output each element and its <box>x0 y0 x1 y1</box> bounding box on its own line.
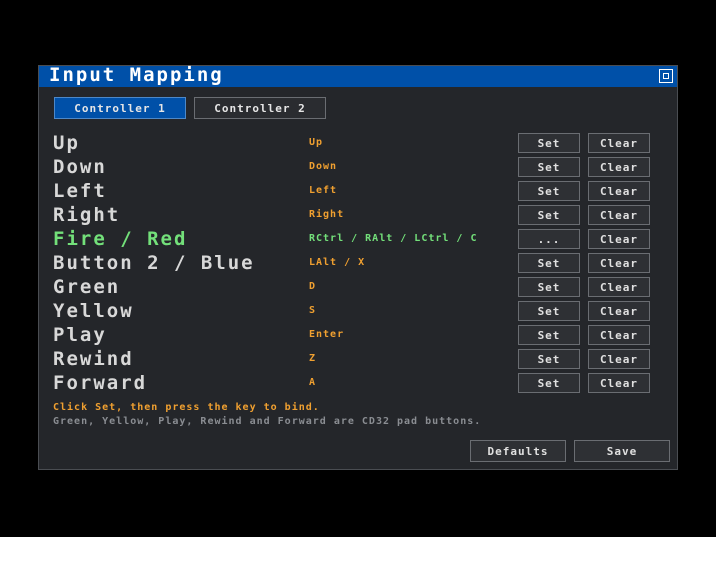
input-mapping-window: Input Mapping Controller 1 Controller 2 … <box>38 65 678 470</box>
action-label: Button 2 / Blue <box>53 252 255 274</box>
set-button[interactable]: Set <box>518 301 580 321</box>
action-label: Up <box>53 132 80 154</box>
bound-keys: Right <box>309 209 345 220</box>
clear-button[interactable]: Clear <box>588 277 650 297</box>
window-close-icon[interactable] <box>659 69 673 83</box>
bound-keys: Z <box>309 353 317 364</box>
tab-controller-1[interactable]: Controller 1 <box>54 97 186 119</box>
bound-keys: Up <box>309 137 324 148</box>
mapping-row-left: Left Left Set Clear <box>39 179 677 203</box>
action-label: Right <box>53 204 121 226</box>
clear-button[interactable]: Clear <box>588 349 650 369</box>
title-bar[interactable]: Input Mapping <box>39 64 677 87</box>
clear-button[interactable]: Clear <box>588 133 650 153</box>
action-label: Green <box>53 276 121 298</box>
set-button[interactable]: Set <box>518 157 580 177</box>
clear-button[interactable]: Clear <box>588 253 650 273</box>
hint-text: Click Set, then press the key to bind. <box>53 402 320 413</box>
window-title: Input Mapping <box>49 64 224 86</box>
action-label: Play <box>53 324 107 346</box>
clear-button[interactable]: Clear <box>588 229 650 249</box>
clear-button[interactable]: Clear <box>588 181 650 201</box>
mapping-row-fire-red: Fire / Red RCtrl / RAlt / LCtrl / C... Cle… <box>39 227 677 251</box>
action-label: Left <box>53 180 107 202</box>
action-label: Fire / Red <box>53 228 188 250</box>
set-button[interactable]: Set <box>518 349 580 369</box>
mapping-row-rewind: Rewind Z Set Clear <box>39 347 677 371</box>
set-button[interactable]: Set <box>518 373 580 393</box>
set-button[interactable]: ... <box>518 229 580 249</box>
tab-controller-2[interactable]: Controller 2 <box>194 97 326 119</box>
bound-keys: Down <box>309 161 338 172</box>
defaults-button[interactable]: Defaults <box>470 440 566 462</box>
action-label: Forward <box>53 372 148 394</box>
set-button[interactable]: Set <box>518 325 580 345</box>
clear-button[interactable]: Clear <box>588 325 650 345</box>
mapping-row-right: Right Right Set Clear <box>39 203 677 227</box>
mapping-row-play: Play Enter Set Clear <box>39 323 677 347</box>
bound-keys: Enter <box>309 329 345 340</box>
mapping-row-forward: Forward A Set Clear <box>39 371 677 395</box>
bound-keys: LAlt / X <box>309 257 366 268</box>
mapping-row-button-2-blue: Button 2 / Blue LAlt / X Set Clear <box>39 251 677 275</box>
set-button[interactable]: Set <box>518 205 580 225</box>
action-label: Yellow <box>53 300 134 322</box>
mapping-row-yellow: Yellow S Set Clear <box>39 299 677 323</box>
action-label: Down <box>53 156 107 178</box>
mapping-row-up: Up Up Set Clear <box>39 131 677 155</box>
bound-keys: Left <box>309 185 338 196</box>
bound-keys: S <box>309 305 317 316</box>
set-button[interactable]: Set <box>518 133 580 153</box>
screen-background: Input Mapping Controller 1 Controller 2 … <box>0 0 716 537</box>
set-button[interactable]: Set <box>518 277 580 297</box>
cd32-note-text: Green, Yellow, Play, Rewind and Forward … <box>53 416 482 427</box>
set-button[interactable]: Set <box>518 181 580 201</box>
bound-keys: RCtrl / RAlt / LCtrl / C <box>309 233 478 244</box>
mapping-row-green: Green D Set Clear <box>39 275 677 299</box>
mapping-row-down: Down Down Set Clear <box>39 155 677 179</box>
bound-keys: D <box>309 281 317 292</box>
save-button[interactable]: Save <box>574 440 670 462</box>
clear-button[interactable]: Clear <box>588 301 650 321</box>
clear-button[interactable]: Clear <box>588 373 650 393</box>
set-button[interactable]: Set <box>518 253 580 273</box>
action-label: Rewind <box>53 348 134 370</box>
clear-button[interactable]: Clear <box>588 205 650 225</box>
bound-keys: A <box>309 377 317 388</box>
clear-button[interactable]: Clear <box>588 157 650 177</box>
